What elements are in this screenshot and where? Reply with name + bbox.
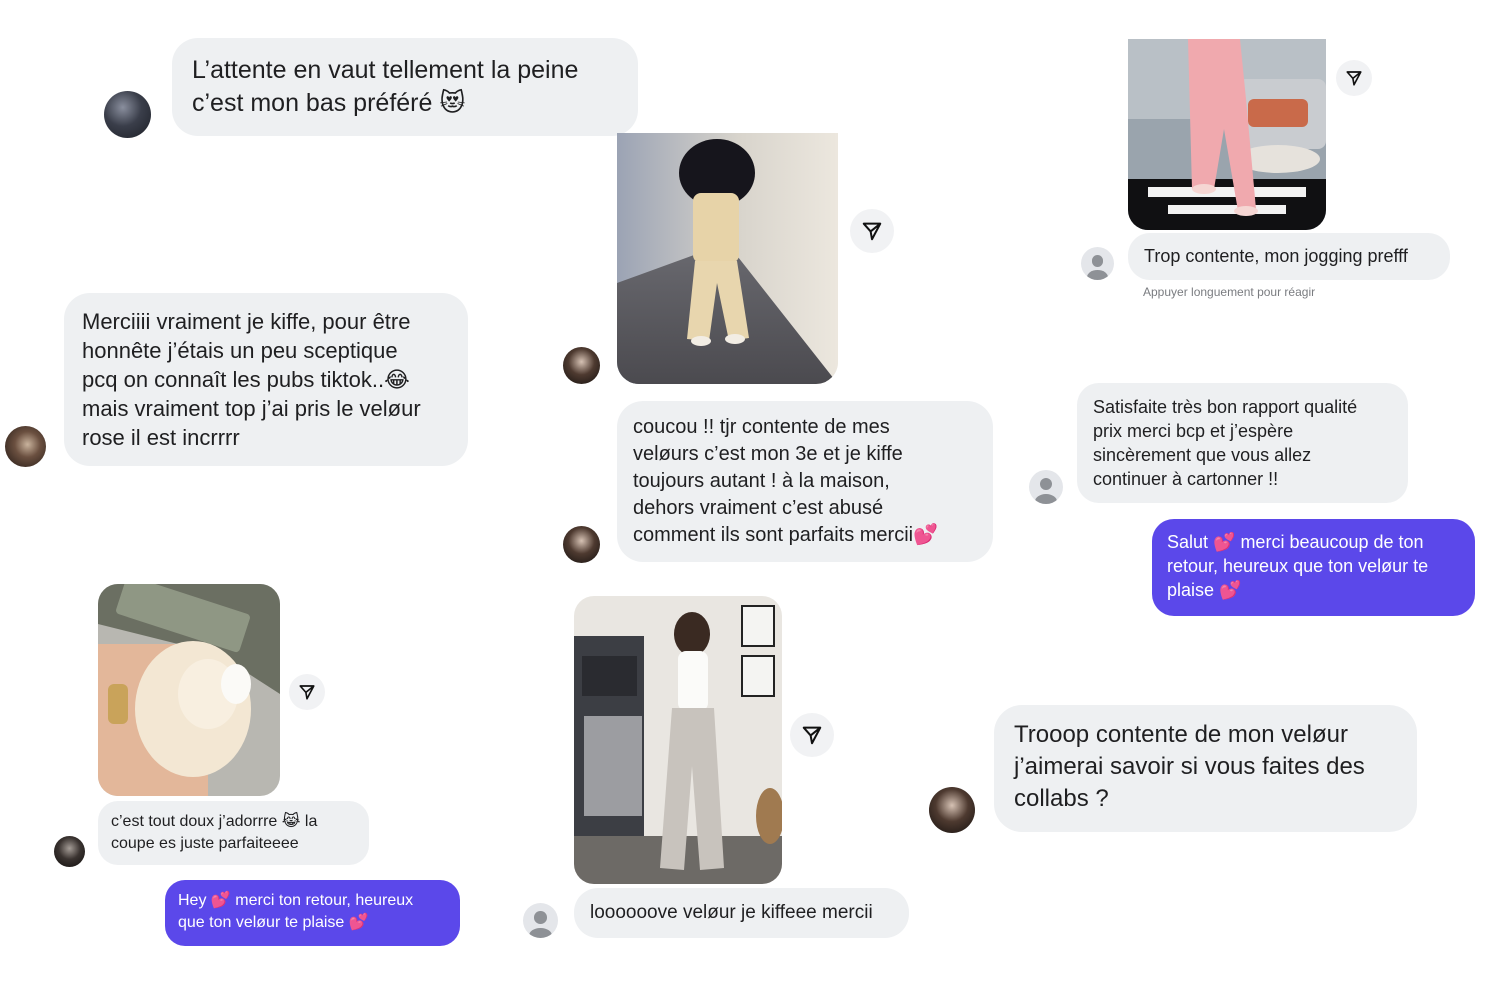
photo-beige-pants-image <box>617 133 838 384</box>
photo-grey-pants[interactable] <box>574 596 782 884</box>
photo-pink-pants[interactable] <box>1128 39 1326 230</box>
avatar-user-3-top <box>563 347 600 384</box>
share-button-grey[interactable] <box>790 713 834 757</box>
long-press-hint: Appuyer longuement pour réagir <box>1143 285 1316 299</box>
message-bubble-6: c’est tout doux j’adorrre 😹 la coupe es … <box>98 801 369 865</box>
photo-grey-pants-image <box>574 596 782 884</box>
message-bubble-5: Satisfaite très bon rapport qualité prix… <box>1077 383 1408 503</box>
avatar-placeholder-4 <box>1081 247 1114 280</box>
avatar-placeholder-5 <box>1029 470 1063 504</box>
avatar-user-3 <box>563 526 600 563</box>
share-button-fluffy[interactable] <box>289 674 325 710</box>
avatar-user-1 <box>104 91 151 138</box>
reply-bubble-6: Hey 💕 merci ton retour, heureux que ton … <box>165 880 460 946</box>
paper-plane-icon <box>862 222 882 241</box>
paper-plane-icon <box>1346 71 1362 86</box>
avatar-placeholder-7 <box>523 903 558 938</box>
photo-pink-pants-image <box>1128 39 1326 230</box>
message-bubble-1: L’attente en vaut tellement la peine c’e… <box>172 38 638 136</box>
avatar-user-6 <box>54 836 85 867</box>
photo-fluffy-fabric-image <box>98 584 280 796</box>
avatar-user-8 <box>929 787 975 833</box>
share-button-pink[interactable] <box>1336 60 1372 96</box>
paper-plane-icon <box>299 685 315 700</box>
paper-plane-icon <box>802 726 822 745</box>
share-button-beige[interactable] <box>850 209 894 253</box>
message-bubble-2: Merciiii vraiment je kiffe, pour être ho… <box>64 293 468 466</box>
reply-bubble-5: Salut 💕 merci beaucoup de ton retour, he… <box>1152 519 1475 616</box>
message-bubble-3: coucou !! tjr contente de mes veløurs c’… <box>617 401 993 562</box>
photo-fluffy-fabric[interactable] <box>98 584 280 796</box>
avatar-user-2 <box>5 426 46 467</box>
message-bubble-7: loooooove veløur je kiffeee mercii <box>574 888 909 938</box>
message-bubble-8: Trooop contente de mon veløur j’aimerai … <box>994 705 1417 832</box>
photo-beige-pants[interactable] <box>617 133 838 384</box>
message-bubble-4: Trop contente, mon jogging prefff <box>1128 233 1450 280</box>
